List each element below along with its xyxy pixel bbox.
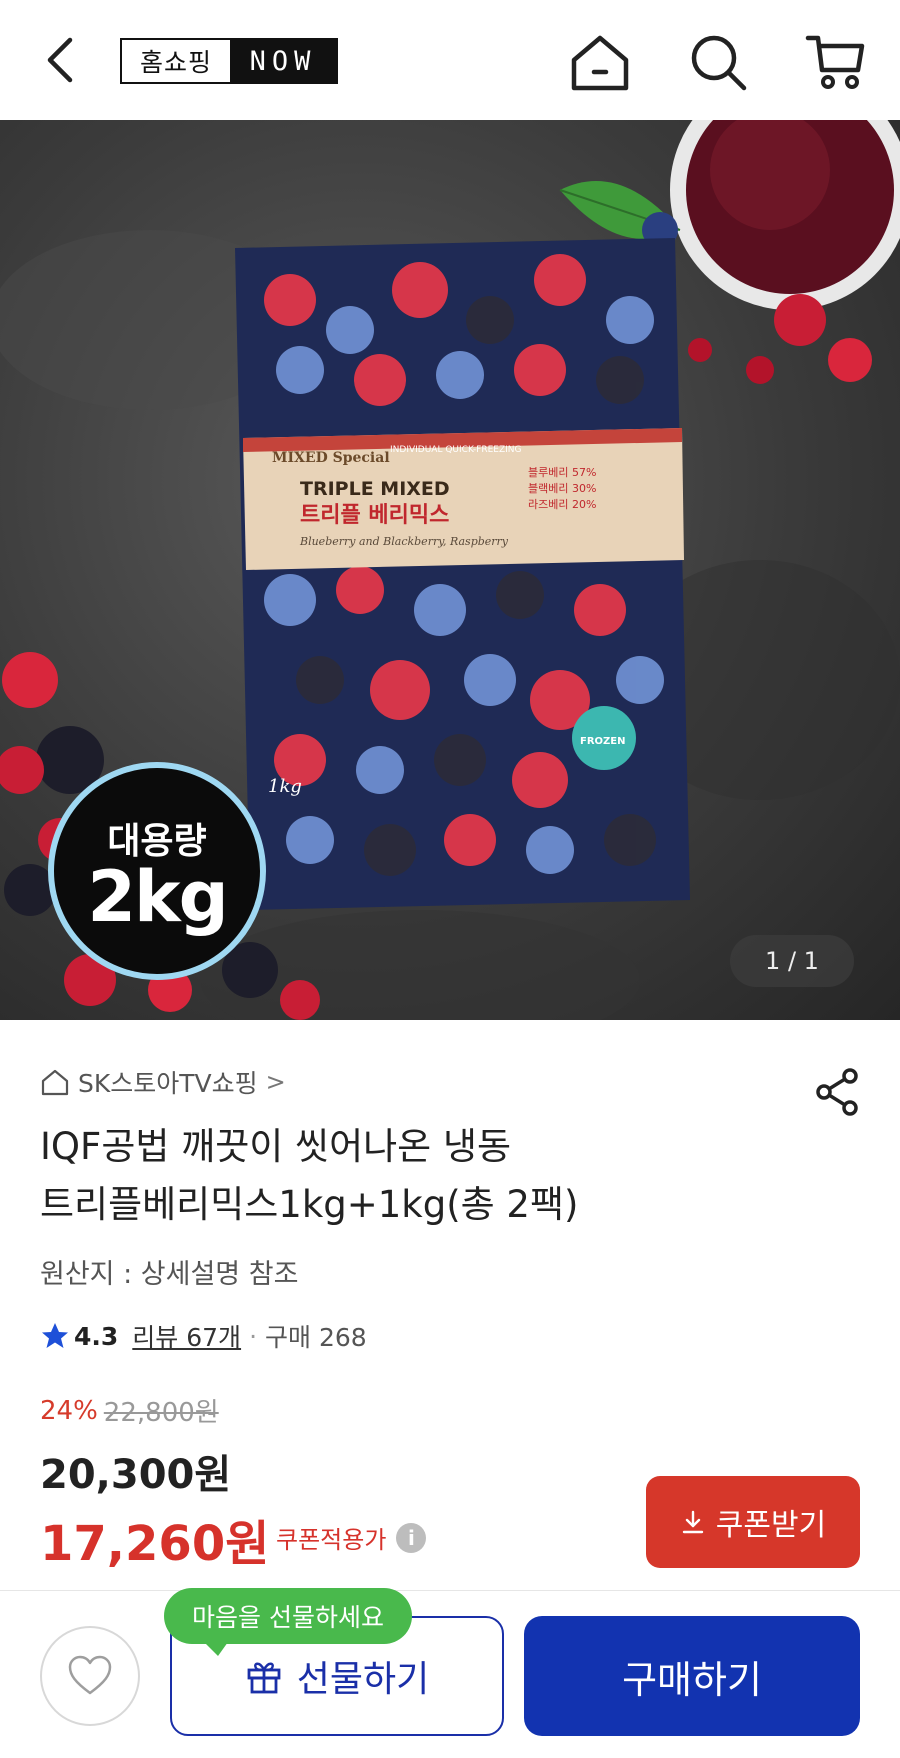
heart-icon — [68, 1655, 112, 1695]
discount-percent: 24% — [40, 1395, 98, 1426]
rating-score: 4.3 — [74, 1321, 119, 1351]
capacity-badge: 대용량 2kg — [48, 762, 266, 980]
package-title-en: TRIPLE MIXED — [300, 478, 450, 500]
brand-logo[interactable]: 홈쇼핑 NOW — [120, 38, 338, 84]
tooltip-tail — [204, 1642, 228, 1656]
wishlist-button[interactable] — [40, 1626, 140, 1726]
gift-icon — [247, 1662, 281, 1694]
cart-icon[interactable] — [804, 30, 868, 94]
package-weight: 1kg — [268, 776, 302, 797]
image-counter: 1 / 1 — [730, 935, 854, 987]
coupon-button-label: 쿠폰받기 — [715, 1508, 827, 1543]
home-icon[interactable] — [568, 30, 632, 94]
store-icon — [41, 1069, 69, 1096]
package-subtitle: Blueberry and Blackberry, Raspberry — [299, 535, 509, 548]
product-title-line1: IQF공법 깨끗이 씻어나온 냉동 — [40, 1125, 512, 1168]
logo-text-main: 홈쇼핑 — [122, 40, 230, 82]
gift-tooltip: 마음을 선물하세요 — [164, 1588, 412, 1656]
back-arrow-icon[interactable] — [36, 28, 86, 92]
buy-button[interactable]: 구매하기 — [524, 1616, 860, 1736]
search-icon[interactable] — [686, 30, 750, 94]
seller-link[interactable]: SK스토아TV쇼핑 > — [40, 1062, 286, 1102]
sale-price: 20,300원 — [40, 1452, 232, 1498]
get-coupon-button[interactable]: 쿠폰받기 — [646, 1476, 860, 1568]
top-header: 홈쇼핑 NOW — [0, 0, 900, 120]
rating-row: 4.3 리뷰 67개 · 구매 268 — [40, 1316, 367, 1356]
coupon-label-text: 쿠폰적용가 — [276, 1526, 387, 1554]
product-image[interactable]: MIXED Special INDIVIDUAL QUICK-FREEZING … — [0, 120, 900, 1020]
package-title-ko: 트리플 베리믹스 — [300, 503, 449, 528]
gift-tooltip-text: 마음을 선물하세요 — [192, 1603, 384, 1632]
info-icon[interactable]: i — [396, 1522, 427, 1553]
original-price: 22,800원 — [103, 1398, 219, 1428]
origin-info: 원산지 : 상세설명 참조 — [40, 1259, 299, 1290]
package-tag: MIXED Special — [272, 450, 390, 466]
discount-row: 24% 22,800원 — [40, 1392, 219, 1429]
buy-button-label: 구매하기 — [622, 1657, 762, 1702]
product-title: IQF공법 깨끗이 씻어나온 냉동 트리플베리믹스1kg+1kg(총 2팩) — [40, 1118, 860, 1234]
purchase-count: 구매 268 — [265, 1323, 367, 1352]
package-ratio-2: 블랙베리 30% — [528, 482, 596, 495]
package-ratio-3: 라즈베리 20% — [528, 498, 596, 511]
logo-text-now: NOW — [230, 40, 336, 82]
coupon-price-label: 쿠폰적용가 i — [276, 1520, 427, 1555]
product-title-line2: 트리플베리믹스1kg+1kg(총 2팩) — [40, 1183, 579, 1226]
download-icon — [682, 1510, 703, 1534]
package-sub: INDIVIDUAL QUICK-FREEZING — [390, 445, 522, 455]
package-sticker: FROZEN — [580, 736, 625, 747]
package-ratio-1: 블루베리 57% — [528, 466, 596, 479]
badge-weight: 2kg — [87, 856, 228, 938]
seller-name: SK스토아TV쇼핑 — [78, 1069, 258, 1098]
coupon-price: 17,260원 — [40, 1516, 270, 1572]
separator-dot: · — [249, 1321, 258, 1351]
share-icon[interactable] — [812, 1066, 864, 1118]
review-count-link[interactable]: 리뷰 67개 — [132, 1318, 241, 1354]
star-icon — [42, 1323, 68, 1348]
chevron-right-icon: > — [265, 1068, 286, 1096]
gift-button-label: 선물하기 — [296, 1659, 430, 1700]
